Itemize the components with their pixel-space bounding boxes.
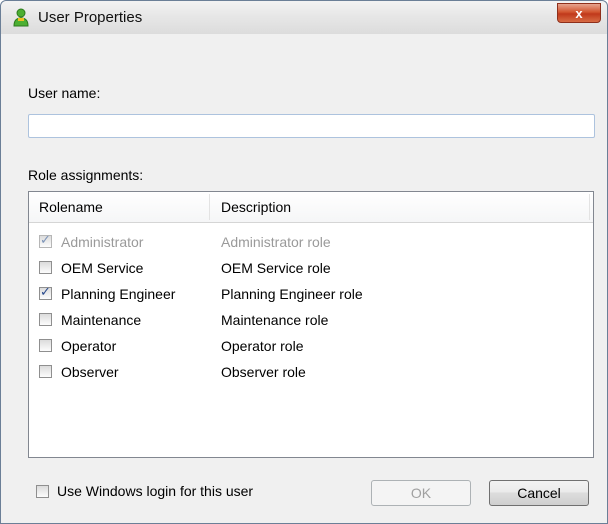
role-row-maintenance[interactable]: Maintenance Maintenance role xyxy=(29,308,593,334)
user-name-input[interactable] xyxy=(28,114,595,138)
role-row-observer[interactable]: Observer Observer role xyxy=(29,360,593,386)
role-name: Operator xyxy=(61,338,117,354)
user-icon xyxy=(13,8,29,27)
role-description: Planning Engineer role xyxy=(221,286,363,302)
role-name: OEM Service xyxy=(61,260,144,276)
role-checkbox-observer[interactable] xyxy=(39,365,52,378)
column-header-description[interactable]: Description xyxy=(211,192,291,222)
cancel-button[interactable]: Cancel xyxy=(489,480,589,506)
role-checkbox-maintenance[interactable] xyxy=(39,313,52,326)
role-description: Observer role xyxy=(221,364,306,380)
role-checkbox-administrator[interactable] xyxy=(39,232,52,248)
user-properties-dialog: User Properties x User name: Role assign… xyxy=(0,0,608,524)
role-name: Maintenance xyxy=(61,312,142,328)
windows-login-checkbox[interactable] xyxy=(36,485,49,498)
role-description: Operator role xyxy=(221,338,304,354)
role-row-operator[interactable]: Operator Operator role xyxy=(29,334,593,360)
ok-button[interactable]: OK xyxy=(371,480,471,506)
role-checkbox-operator[interactable] xyxy=(39,339,52,352)
title-bar[interactable]: User Properties x xyxy=(1,1,607,34)
role-row-administrator[interactable]: Administrator Administrator role xyxy=(29,230,593,256)
close-button[interactable]: x xyxy=(557,3,601,23)
user-name-label: User name: xyxy=(28,85,101,101)
role-list[interactable]: Rolename Description Administrator Admin… xyxy=(28,191,594,458)
close-icon: x xyxy=(575,5,583,21)
role-assignments-label: Role assignments: xyxy=(28,167,144,183)
windows-login-label[interactable]: Use Windows login for this user xyxy=(57,483,253,499)
column-divider[interactable] xyxy=(209,194,210,220)
role-row-oem-service[interactable]: OEM Service OEM Service role xyxy=(29,256,593,282)
role-description: Administrator role xyxy=(221,234,331,250)
list-header: Rolename Description xyxy=(29,192,593,223)
role-name: Administrator xyxy=(61,234,144,250)
role-name: Planning Engineer xyxy=(61,286,176,302)
role-checkbox-planning-engineer[interactable] xyxy=(39,284,52,300)
role-name: Observer xyxy=(61,364,119,380)
column-header-rolename[interactable]: Rolename xyxy=(29,192,103,222)
role-description: Maintenance role xyxy=(221,312,329,328)
role-row-planning-engineer[interactable]: Planning Engineer Planning Engineer role xyxy=(29,282,593,308)
role-checkbox-oem-service[interactable] xyxy=(39,261,52,274)
column-divider[interactable] xyxy=(589,194,590,220)
role-description: OEM Service role xyxy=(221,260,331,276)
window-title: User Properties xyxy=(38,9,143,26)
